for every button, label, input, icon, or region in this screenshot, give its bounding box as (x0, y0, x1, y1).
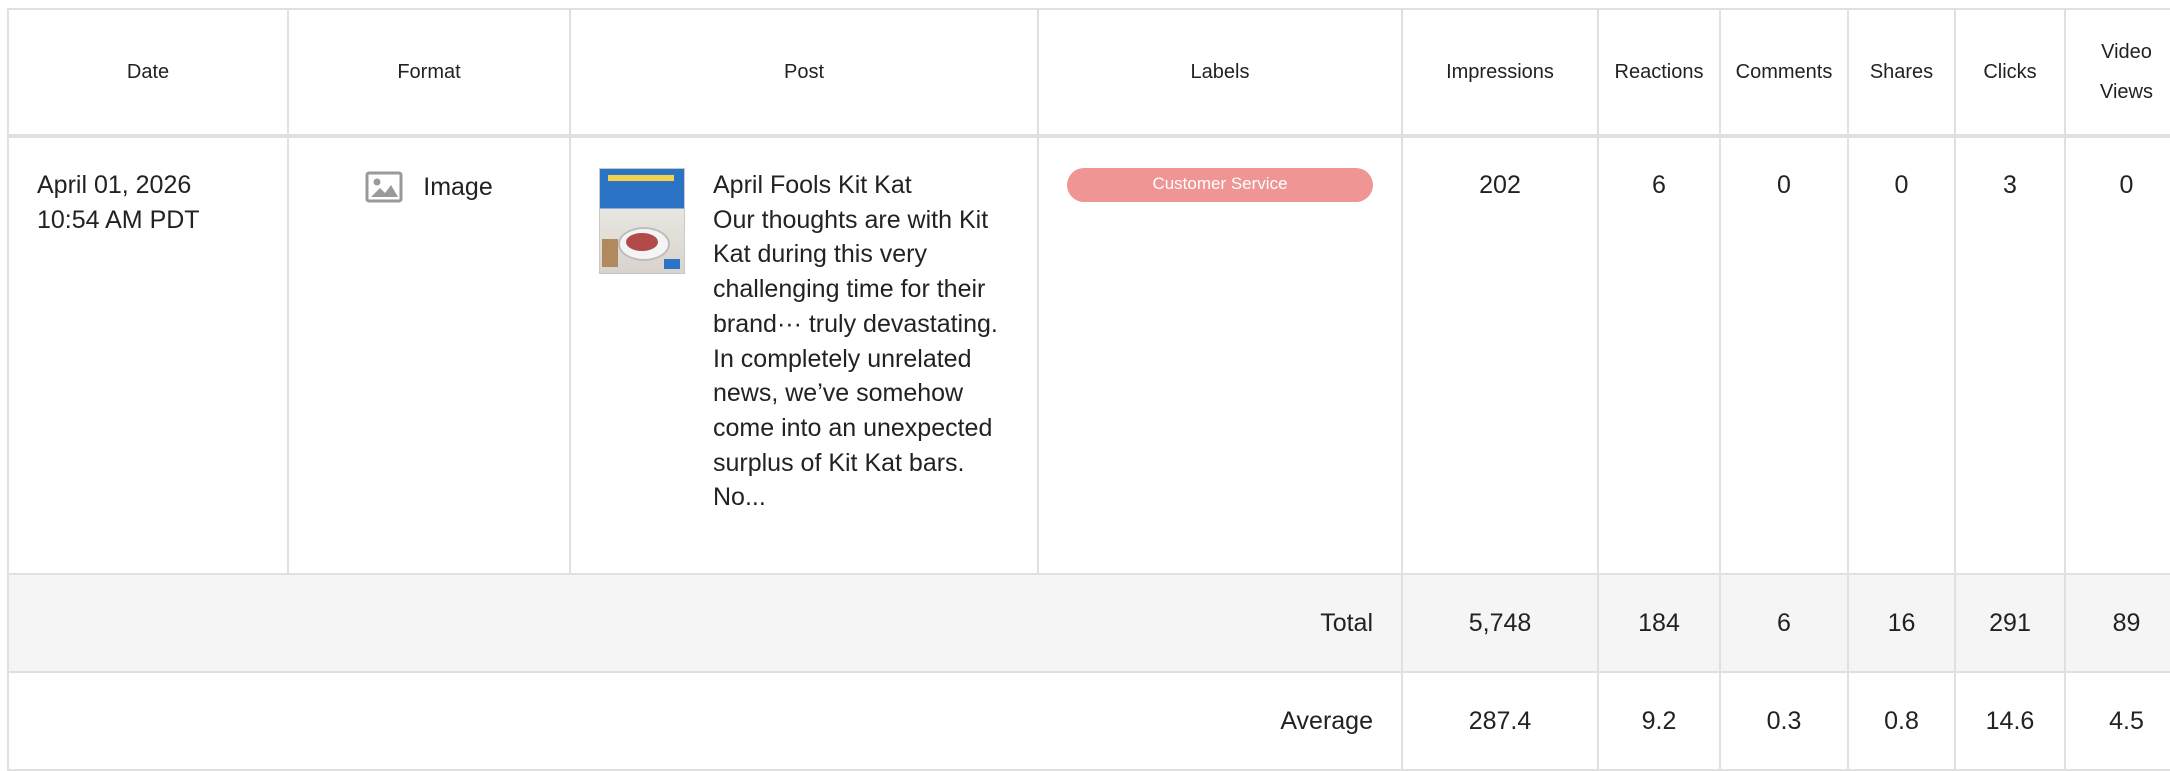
post-performance-table: Date Format Post Labels Impressions Reac… (7, 8, 2170, 771)
format-cell: Image (287, 135, 571, 575)
column-header-reactions[interactable]: Reactions (1597, 8, 1721, 137)
average-impressions: 287.4 (1401, 671, 1599, 771)
comments-cell: 0 (1719, 135, 1849, 575)
labels-cell: Customer Service (1037, 135, 1403, 575)
video-views-header-line2: Views (2100, 81, 2153, 103)
column-header-comments[interactable]: Comments (1719, 8, 1849, 137)
post-title[interactable]: April Fools Kit Kat (713, 168, 1003, 203)
clicks-cell: 3 (1954, 135, 2066, 575)
date-cell: April 01, 2026 10:54 AM PDT (7, 135, 289, 575)
total-shares: 16 (1847, 573, 1956, 673)
average-reactions: 9.2 (1597, 671, 1721, 771)
average-shares: 0.8 (1847, 671, 1956, 771)
reactions-cell: 6 (1597, 135, 1721, 575)
average-label: Average (7, 671, 1403, 771)
label-badge[interactable]: Customer Service (1067, 168, 1373, 202)
total-clicks: 291 (1954, 573, 2066, 673)
impressions-cell: 202 (1401, 135, 1599, 575)
header-row: Date Format Post Labels Impressions Reac… (7, 8, 2170, 137)
column-header-shares[interactable]: Shares (1847, 8, 1956, 137)
total-label: Total (7, 573, 1403, 673)
post-cell: April Fools Kit Kat Our thoughts are wit… (569, 135, 1039, 575)
video-views-header-line1: Video (2101, 41, 2152, 63)
column-header-clicks[interactable]: Clicks (1954, 8, 2066, 137)
post-date: April 01, 2026 (37, 171, 192, 199)
video-views-cell: 0 (2064, 135, 2170, 575)
average-clicks: 14.6 (1954, 671, 2066, 771)
column-header-labels[interactable]: Labels (1037, 8, 1403, 137)
column-header-post[interactable]: Post (569, 8, 1039, 137)
post-thumbnail[interactable] (599, 168, 685, 274)
total-reactions: 184 (1597, 573, 1721, 673)
column-header-format[interactable]: Format (287, 8, 571, 137)
image-icon (365, 171, 403, 203)
column-header-impressions[interactable]: Impressions (1401, 8, 1599, 137)
average-comments: 0.3 (1719, 671, 1849, 771)
total-impressions: 5,748 (1401, 573, 1599, 673)
average-row: Average 287.4 9.2 0.3 0.8 14.6 4.5 (7, 671, 2170, 771)
total-video-views: 89 (2064, 573, 2170, 673)
total-comments: 6 (1719, 573, 1849, 673)
post-body: Our thoughts are with Kit Kat during thi… (713, 205, 998, 512)
average-video-views: 4.5 (2064, 671, 2170, 771)
shares-cell: 0 (1847, 135, 1956, 575)
post-time: 10:54 AM PDT (37, 206, 200, 234)
column-header-video-views[interactable]: Video Views (2064, 8, 2170, 137)
column-header-date[interactable]: Date (7, 8, 289, 137)
total-row: Total 5,748 184 6 16 291 89 (7, 573, 2170, 673)
format-label: Image (423, 172, 493, 201)
table-row[interactable]: April 01, 2026 10:54 AM PDT Image April … (7, 135, 2170, 575)
